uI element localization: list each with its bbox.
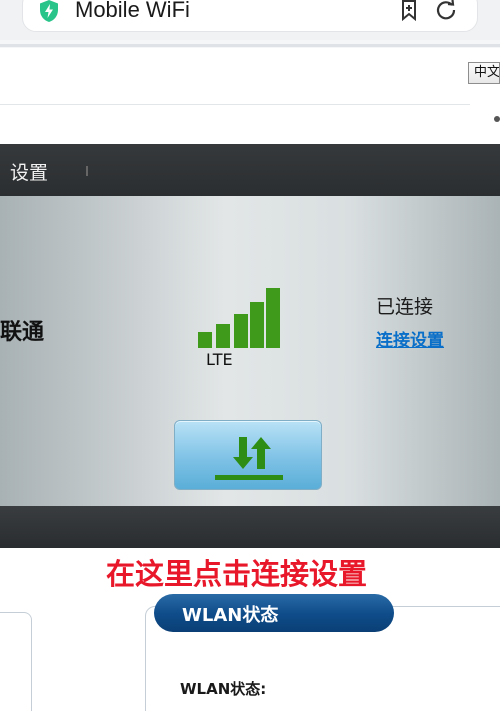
- browser-toolbar: Mobile WiFi: [0, 0, 500, 40]
- data-transfer-icon: [215, 437, 283, 480]
- header-divider: [0, 104, 470, 105]
- wlan-status-label: WLAN状态:: [180, 680, 267, 698]
- signal-bar-2: [216, 324, 230, 348]
- signal-strength-icon: [198, 288, 280, 348]
- nav-item-settings[interactable]: 设置: [10, 158, 48, 185]
- toolbar-divider: [0, 44, 500, 47]
- add-bookmark-icon[interactable]: [399, 0, 421, 21]
- signal-bar-5: [266, 288, 280, 348]
- menu-dot-icon[interactable]: [494, 116, 500, 122]
- carrier-name: 联通: [0, 320, 45, 345]
- signal-bar-1: [198, 332, 212, 348]
- left-info-card: [0, 612, 32, 711]
- reload-icon[interactable]: [435, 0, 457, 21]
- wlan-section-header: WLAN状态: [154, 594, 394, 632]
- panel-footer-band: [0, 506, 500, 548]
- address-bar[interactable]: Mobile WiFi: [22, 0, 478, 32]
- connection-settings-link[interactable]: 连接设置: [376, 326, 444, 351]
- wlan-section-title: WLAN状态: [182, 605, 279, 626]
- network-type: LTE: [206, 350, 233, 369]
- tutorial-caption: 在这里点击连接设置: [106, 557, 368, 591]
- connection-status-text: 已连接: [376, 296, 434, 318]
- language-select[interactable]: 中文: [468, 62, 500, 84]
- connection-status-panel: 联通 LTE 已连接 连接设置: [0, 196, 500, 506]
- page-title: Mobile WiFi: [75, 0, 190, 22]
- main-nav: 设置: [0, 144, 500, 196]
- nav-separator: [86, 166, 88, 176]
- signal-bar-4: [250, 302, 264, 348]
- signal-bar-3: [234, 314, 248, 348]
- secure-shield-icon: [40, 0, 58, 22]
- connect-disconnect-button[interactable]: [174, 420, 322, 490]
